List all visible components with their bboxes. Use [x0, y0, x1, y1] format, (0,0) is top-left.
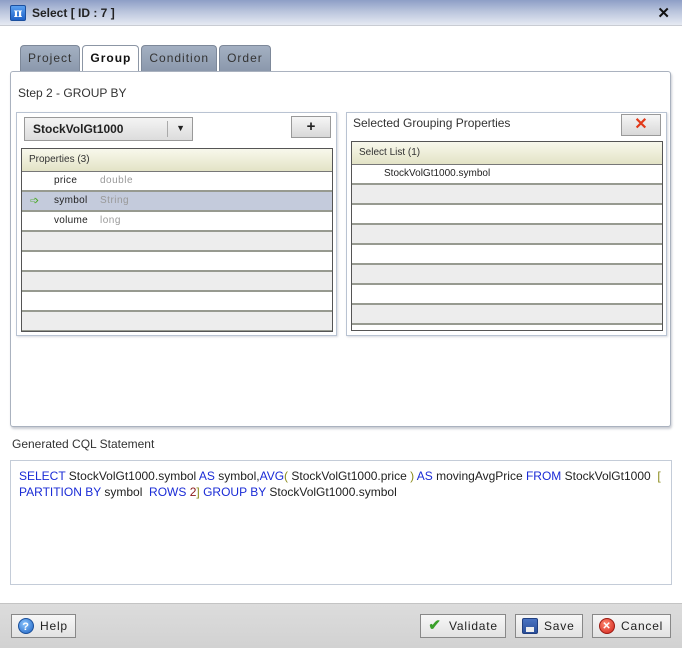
tab-bar: Project Group Condition Order — [20, 45, 273, 73]
delete-x-icon: ✕ — [634, 116, 648, 133]
empty-row — [352, 285, 662, 305]
title-bar: π Select [ ID : 7 ] ✕ — [0, 0, 682, 26]
add-property-button[interactable]: + — [291, 116, 331, 138]
select-list-grid: Select List (1) StockVolGt1000.symbol — [351, 141, 663, 331]
cql-keyword: GROUP BY — [199, 485, 267, 499]
window-title: Select [ ID : 7 ] — [32, 6, 115, 20]
chevron-down-icon[interactable]: ▼ — [176, 123, 185, 133]
cql-token: StockVolGt1000.price — [288, 469, 411, 483]
save-label: Save — [544, 619, 575, 633]
checkmark-icon: ✔ — [428, 617, 442, 634]
floppy-disk-icon — [522, 618, 538, 634]
empty-row — [22, 272, 332, 292]
help-button[interactable]: ? Help — [11, 614, 76, 638]
cql-keyword: ROWS — [149, 485, 187, 499]
select-list-header: Select List (1) — [352, 142, 662, 165]
source-dropdown-value: StockVolGt1000 — [33, 122, 124, 136]
dropdown-separator — [167, 121, 168, 137]
property-row-symbol[interactable]: ➩ symbol String — [22, 192, 332, 212]
empty-row — [352, 305, 662, 325]
help-label: Help — [40, 619, 68, 633]
empty-row — [352, 205, 662, 225]
help-icon: ? — [18, 618, 34, 634]
cancel-icon: ✕ — [599, 618, 615, 634]
source-dropdown[interactable]: StockVolGt1000 ▼ — [24, 117, 193, 141]
cql-token: StockVolGt1000.symbol — [65, 469, 199, 483]
cql-keyword: FROM — [525, 469, 562, 483]
group-by-panel: Step 2 - GROUP BY StockVolGt1000 ▼ + Pro… — [10, 71, 671, 427]
tab-order[interactable]: Order — [219, 45, 271, 72]
cql-keyword: AS — [198, 469, 215, 483]
cancel-button[interactable]: ✕ Cancel — [592, 614, 671, 638]
pi-icon: π — [10, 5, 26, 21]
tab-group[interactable]: Group — [82, 45, 140, 73]
property-row-volume[interactable]: volume long — [22, 212, 332, 232]
cql-token: [ — [657, 469, 661, 483]
selected-grouping-panel: Selected Grouping Properties ✕ Select Li… — [346, 112, 667, 336]
tab-condition[interactable]: Condition — [141, 45, 218, 72]
cql-token: StockVolGt1000 — [561, 469, 658, 483]
validate-label: Validate — [449, 619, 498, 633]
save-button[interactable]: Save — [515, 614, 583, 638]
tab-project[interactable]: Project — [20, 45, 81, 72]
cql-token: movingAvgPrice — [432, 469, 526, 483]
empty-row — [22, 252, 332, 272]
remove-property-button[interactable]: ✕ — [621, 114, 661, 136]
empty-row — [22, 312, 332, 331]
empty-row — [352, 185, 662, 205]
empty-row — [352, 265, 662, 285]
cql-token: StockVolGt1000.symbol — [266, 485, 397, 499]
property-name: volume — [54, 215, 89, 226]
arrow-right-icon: ➩ — [30, 195, 40, 207]
cql-keyword: SELECT — [19, 469, 66, 483]
properties-grid: Properties (3) price double ➩ symbol Str… — [21, 148, 333, 332]
cancel-label: Cancel — [621, 619, 664, 633]
cql-keyword: AS — [414, 469, 433, 483]
cql-statement[interactable]: SELECT StockVolGt1000.symbol AS symbol,A… — [10, 460, 672, 585]
cql-token: symbol — [101, 485, 150, 499]
cql-keyword: PARTITION BY — [19, 485, 102, 499]
property-type: double — [100, 175, 134, 186]
validate-button[interactable]: ✔ Validate — [420, 614, 506, 638]
cql-keyword: AVG — [259, 469, 285, 483]
selected-grouping-title: Selected Grouping Properties — [353, 116, 511, 130]
empty-row — [352, 225, 662, 245]
empty-row — [22, 292, 332, 312]
property-name: symbol — [54, 195, 88, 206]
select-list-item[interactable]: StockVolGt1000.symbol — [352, 165, 662, 185]
property-name: price — [54, 175, 78, 186]
properties-panel: StockVolGt1000 ▼ + Properties (3) price … — [16, 112, 337, 336]
empty-row — [352, 245, 662, 265]
select-list-item-label: StockVolGt1000.symbol — [384, 168, 491, 179]
step-label: Step 2 - GROUP BY — [18, 86, 127, 100]
cql-token: symbol, — [214, 469, 260, 483]
property-type: String — [100, 195, 130, 206]
cql-label: Generated CQL Statement — [12, 437, 155, 451]
empty-row — [22, 232, 332, 252]
close-icon[interactable]: ✕ — [657, 4, 670, 22]
property-row-price[interactable]: price double — [22, 172, 332, 192]
footer-bar: ? Help ✔ Validate Save ✕ Cancel — [0, 603, 682, 648]
property-type: long — [100, 215, 121, 226]
properties-grid-header: Properties (3) — [22, 149, 332, 172]
